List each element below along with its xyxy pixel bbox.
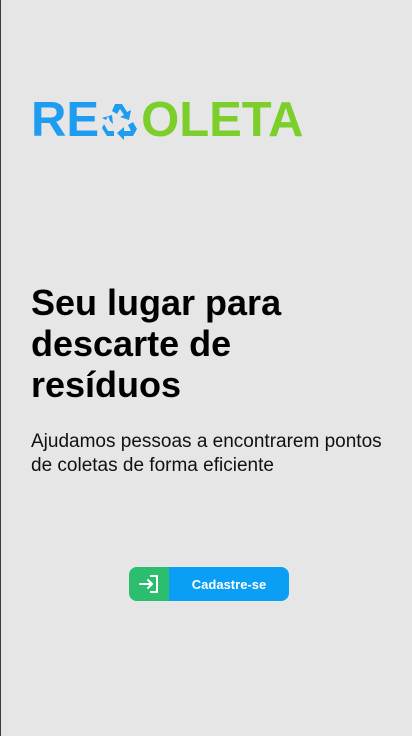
logo-prefix: RE — [31, 93, 100, 147]
recoleta-logo: RE OLETA — [31, 93, 304, 147]
hero-subtitle: Ajudamos pessoas a encontrarem pontos de… — [31, 431, 382, 476]
logo-suffix: OLETA — [141, 93, 304, 147]
signup-button-label: Cadastre-se — [191, 576, 267, 592]
app-screen: RE OLETA Seu lugar para descarte de resí… — [0, 0, 412, 736]
sign-in-icon — [129, 567, 169, 601]
hero-title: Seu lugar para descarte de resíduos — [31, 282, 282, 405]
recycle-icon — [100, 98, 140, 142]
signup-button[interactable]: Cadastre-se — [129, 567, 289, 601]
